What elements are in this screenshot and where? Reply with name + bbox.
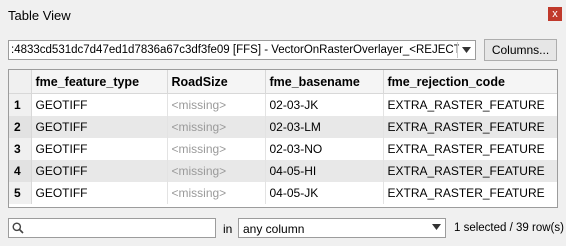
table-header-row: fme_feature_type RoadSize fme_basename f… (9, 70, 557, 94)
table-cell[interactable]: EXTRA_RASTER_FEATURE (383, 138, 557, 160)
table-cell[interactable]: GEOTIFF (31, 93, 168, 116)
table-cell[interactable]: GEOTIFF (31, 160, 168, 182)
table-cell[interactable]: <missing> (167, 93, 266, 116)
table-row[interactable]: 3 GEOTIFF <missing> 02-03-NO EXTRA_RASTE… (9, 138, 557, 160)
table-cell[interactable]: 02-03-NO (265, 138, 384, 160)
in-label: in (223, 222, 233, 236)
table-row[interactable]: 4 GEOTIFF <missing> 04-05-HI EXTRA_RASTE… (9, 160, 557, 182)
table-cell[interactable]: <missing> (167, 160, 266, 182)
columns-button[interactable]: Columns... (484, 39, 557, 61)
column-header[interactable]: fme_basename (265, 70, 384, 94)
table-cell[interactable]: GEOTIFF (31, 116, 168, 138)
table-cell[interactable]: EXTRA_RASTER_FEATURE (383, 160, 557, 182)
window-title: Table View (8, 8, 71, 23)
table-cell[interactable]: GEOTIFF (31, 182, 168, 204)
data-table[interactable]: fme_feature_type RoadSize fme_basename f… (8, 69, 558, 208)
column-filter-value: any column (243, 222, 305, 236)
table-cell[interactable]: GEOTIFF (31, 138, 168, 160)
table-cell[interactable]: 02-03-JK (265, 93, 384, 116)
chevron-down-icon[interactable] (457, 42, 474, 58)
table-cell[interactable]: <missing> (167, 138, 266, 160)
title-bar: Table View x (0, 0, 566, 32)
source-dataset-value: :4833cd531dc7d47ed1d7836a67c3df3fe09 [FF… (11, 44, 459, 56)
table-cell[interactable]: EXTRA_RASTER_FEATURE (383, 93, 557, 116)
column-header[interactable]: fme_rejection_code (383, 70, 557, 94)
row-number[interactable]: 1 (9, 93, 32, 116)
chevron-down-icon[interactable] (432, 224, 441, 230)
row-number[interactable]: 4 (9, 160, 32, 182)
table-cell[interactable]: 04-05-HI (265, 160, 384, 182)
table-row[interactable]: 2 GEOTIFF <missing> 02-03-LM EXTRA_RASTE… (9, 116, 557, 138)
column-header[interactable]: fme_feature_type (31, 70, 168, 94)
table-row[interactable]: 1 GEOTIFF <missing> 02-03-JK EXTRA_RASTE… (9, 93, 557, 116)
table-cell[interactable]: EXTRA_RASTER_FEATURE (383, 116, 557, 138)
column-filter-select[interactable]: any column (238, 218, 446, 238)
column-header[interactable]: RoadSize (167, 70, 266, 94)
table-cell[interactable]: 02-03-LM (265, 116, 384, 138)
table-cell[interactable]: <missing> (167, 182, 266, 204)
table-cell[interactable]: EXTRA_RASTER_FEATURE (383, 182, 557, 204)
table-row[interactable]: 5 GEOTIFF <missing> 04-05-JK EXTRA_RASTE… (9, 182, 557, 204)
table-cell[interactable]: <missing> (167, 116, 266, 138)
table-cell[interactable]: 04-05-JK (265, 182, 384, 204)
row-number[interactable]: 3 (9, 138, 32, 160)
row-number-header (9, 70, 32, 94)
search-input[interactable] (8, 218, 216, 238)
close-icon[interactable]: x (548, 7, 562, 21)
status-text: 1 selected / 39 row(s) (454, 222, 564, 234)
row-number[interactable]: 2 (9, 116, 32, 138)
source-dataset-select[interactable]: :4833cd531dc7d47ed1d7836a67c3df3fe09 [FF… (8, 40, 476, 60)
row-number[interactable]: 5 (9, 182, 32, 204)
search-icon (12, 222, 24, 234)
